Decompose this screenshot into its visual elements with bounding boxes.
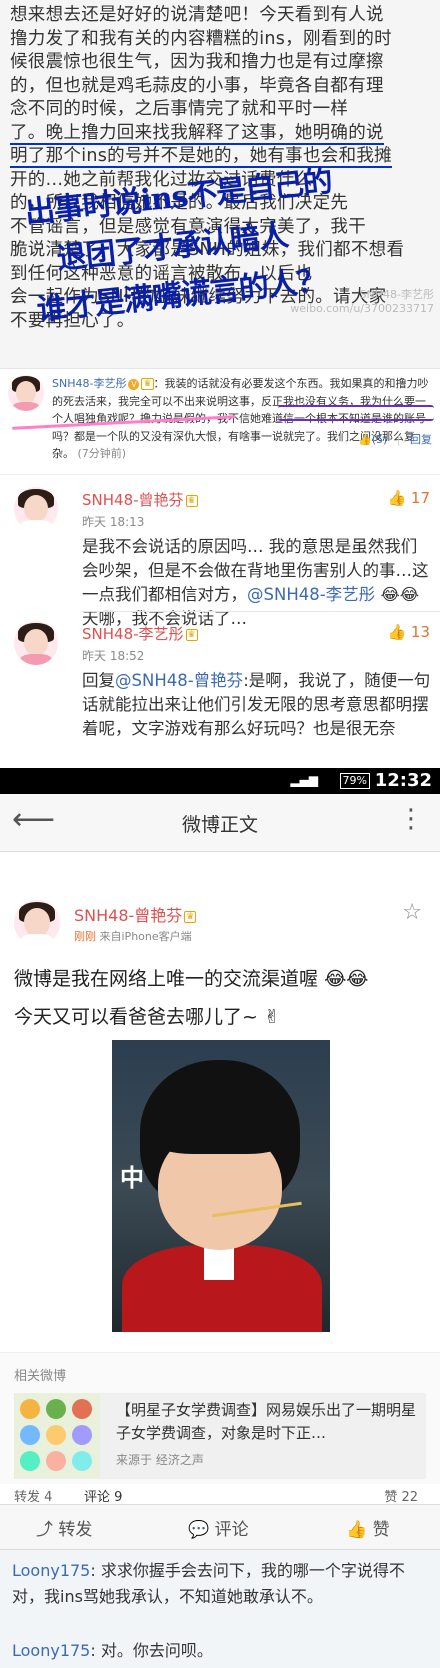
thumbs-up-icon: 👍 [346, 1520, 368, 1540]
bottom-comments: Loony175: 求求你握手会去问下，我的哪一个字说得不对，我ins骂她我承认… [0, 1550, 440, 1668]
vip-badge-icon: ♛ [184, 910, 197, 923]
repost-icon: ⤴ [36, 1520, 53, 1540]
reply-body: 回复@SNH48-曾艳芬:是啊，我说了，随便一句话就能拉出来让他们引发无限的思考… [82, 671, 431, 738]
highlight-box [278, 405, 434, 421]
watermark-url: weibo.com/u/3700233717 [290, 302, 434, 315]
action-bar: ⤴ 转发 💬 评论 👍 赞 [0, 1504, 440, 1550]
related-header: 相关微博 [14, 1369, 67, 1384]
signal-icon: ▂▄▆ [290, 773, 318, 787]
post-text-line: 撸力发了和我有关的内容糟糕的ins，刚看到的时 [10, 28, 392, 49]
more-options-icon[interactable]: ⋮ [398, 804, 424, 834]
post-meta: 刚刚 来自iPhone客户端 [74, 930, 192, 943]
post-stats: 转发 4 评论 9 赞 22 [0, 1484, 440, 1507]
clock: 12:32 [374, 770, 432, 791]
related-card[interactable]: 【明星子女学费调查】网易娱乐出了一期明星子女学费调查，对象是时下正… 来源于 经… [14, 1393, 426, 1479]
list-item: Loony175: 对。你去问呗。 [12, 1641, 213, 1660]
repost-button[interactable]: ⤴ 转发 [36, 1515, 92, 1540]
thumbs-up-icon[interactable]: 👍 [358, 433, 372, 446]
thumbs-up-icon: 👍 [387, 623, 407, 641]
comment-button[interactable]: 💬 评论 [188, 1515, 249, 1540]
avatar[interactable] [14, 487, 58, 531]
comment-icon: 💬 [188, 1520, 210, 1540]
post-text-line: 候很震惊也很生气，因为我和撸力也是有过摩擦 [10, 52, 384, 72]
comment-block: SNH48-李艺彤 V ♛ ：我装的话就没有必要发这个东西。我如果真的和撸力吵的死去活… [0, 368, 440, 460]
comment-username[interactable]: Loony175 [12, 1561, 90, 1580]
replies-list: SNH48-曾艳芬 ♛ 昨天 18:13 👍 17 是我不会说话的原因吗… 我的意… [0, 474, 440, 768]
post-line-2: 今天又可以看爸爸去哪儿了~ ✌ [14, 1006, 280, 1028]
post-text-screenshot: 想来想去还是好好的说清楚吧！今天看到有人说 撸力发了和我有关的内容糟糕的ins，… [0, 0, 440, 368]
app-header: ⟵ 微博正文 ⋮ [0, 794, 440, 852]
post-text-line: 的，但也就是鸡毛蒜皮的小事，毕竟各自都有理 [10, 75, 384, 96]
comment-actions: 👍(5) | 回复 [357, 433, 432, 446]
related-thumbnail [14, 1393, 100, 1479]
reply-username[interactable]: SNH48-李艺彤 ♛ [82, 623, 198, 644]
repost-count[interactable]: 转发 4 [14, 1486, 52, 1505]
post-text-line: 想来想去还是好好的说清楚吧！今天看到有人说 [10, 5, 384, 25]
list-item: Loony175: 求求你握手会去问下，我的哪一个字说得不对，我ins骂她我承认… [12, 1561, 405, 1606]
page-title: 微博正文 [181, 814, 258, 836]
related-title: 【明星子女学费调查】网易娱乐出了一期明星子女学费调查，对象是时下正… [116, 1401, 417, 1442]
reply-body: 是我不会说话的原因吗… 我的意思是虽然我们会吵架，但是不会做在背地里伤害别人的事… [82, 537, 429, 628]
post-text-line: 明了那个ins的号并不是她的，她有事也会和我摊 [10, 146, 392, 168]
comment-time: (7分钟前) [77, 447, 127, 460]
reply-username[interactable]: SNH48-曾艳芬 ♛ [82, 489, 198, 510]
related-source: 来源于 经济之声 [116, 1453, 204, 1467]
emoji: 😂😂 [324, 968, 369, 990]
divider [82, 611, 440, 612]
post-text-line: 念不同的时候，之后事情完了就和平时一样 [10, 99, 349, 119]
mention-link[interactable]: @SNH48-曾艳芬 [115, 671, 243, 690]
avatar[interactable] [14, 621, 58, 665]
emoji: 😂😂 [380, 585, 419, 604]
comment-like-count[interactable]: (5) [372, 433, 388, 446]
watermark-name: SNH48-李艺彤 [359, 288, 434, 301]
favorite-star-icon[interactable]: ☆ [402, 900, 422, 925]
reply-button[interactable]: 回复 [410, 433, 432, 446]
avatar[interactable] [14, 900, 60, 946]
post-line-1: 微博是我在网络上唯一的交流渠道喔 😂😂 [14, 968, 369, 990]
comment-username[interactable]: Loony175 [12, 1641, 90, 1660]
status-bar: ▂▄▆ 79% 12:32 [0, 768, 440, 794]
vip-badge-icon: ♛ [141, 378, 154, 390]
mention-link[interactable]: @SNH48-李艺彤 [247, 585, 375, 604]
post-text-line: 了。晚上撸力回来找我解释了这事，她明确的说 [10, 122, 384, 145]
like-count[interactable]: 赞 22 [384, 1486, 418, 1505]
vip-badge-icon: ♛ [185, 494, 198, 507]
avatar[interactable] [8, 375, 44, 411]
battery-indicator: 79% [339, 773, 370, 789]
reply-like[interactable]: 👍 17 [387, 489, 430, 507]
thumbs-up-icon: 👍 [387, 489, 407, 507]
reply-time: 昨天 18:13 [82, 515, 145, 529]
verified-icon: V [128, 378, 140, 390]
post-photo[interactable]: 中 [112, 1040, 330, 1332]
photo-sign-text: 中 [120, 1164, 144, 1192]
post-username[interactable]: SNH48-曾艳芬 ♛ [74, 902, 197, 926]
comment-username[interactable]: SNH48-李艺彤 [52, 377, 126, 390]
like-button[interactable]: 👍 赞 [346, 1515, 390, 1540]
vip-badge-icon: ♛ [185, 628, 198, 641]
reply-like[interactable]: 👍 13 [387, 623, 430, 641]
reply-time: 昨天 18:52 [82, 649, 145, 663]
emoji: ✌ [263, 1006, 280, 1028]
